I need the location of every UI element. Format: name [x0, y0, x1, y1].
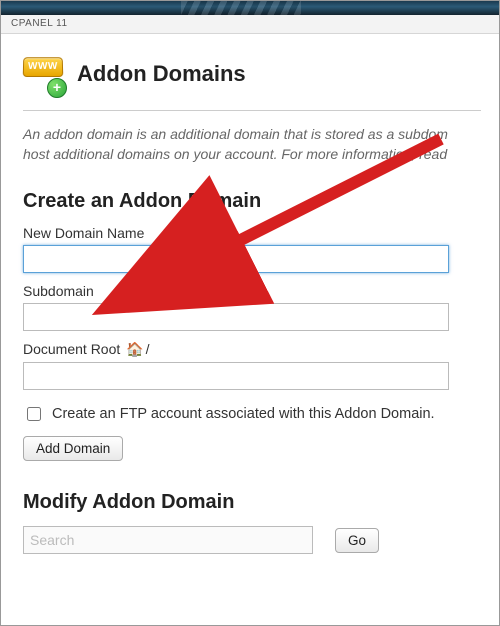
create-ftp-checkbox[interactable]: [27, 407, 41, 421]
addon-domains-icon: WWW +: [23, 56, 65, 92]
subdomain-input[interactable]: [23, 303, 449, 331]
add-domain-button[interactable]: Add Domain: [23, 436, 123, 461]
page-description: An addon domain is an additional domain …: [23, 125, 481, 164]
create-ftp-label: Create an FTP account associated with th…: [52, 406, 435, 422]
new-domain-input[interactable]: [23, 245, 449, 273]
go-button[interactable]: Go: [335, 528, 379, 553]
cpanel-bar-label: CPANEL 11: [11, 18, 68, 29]
subdomain-label: Subdomain: [23, 283, 481, 299]
cpanel-bar: CPANEL 11: [1, 15, 499, 34]
modify-search-input[interactable]: [23, 526, 313, 554]
modify-section-heading: Modify Addon Domain: [23, 491, 481, 514]
page-title: Addon Domains: [77, 61, 246, 87]
create-section-heading: Create an Addon Domain: [23, 190, 481, 213]
document-root-input[interactable]: [23, 362, 449, 390]
plus-icon: +: [47, 78, 67, 98]
window-titlebar: [1, 1, 499, 15]
home-icon: 🏠: [126, 341, 143, 358]
document-root-label: Document Root 🏠/: [23, 341, 481, 358]
new-domain-label: New Domain Name: [23, 225, 481, 241]
divider: [23, 110, 481, 111]
